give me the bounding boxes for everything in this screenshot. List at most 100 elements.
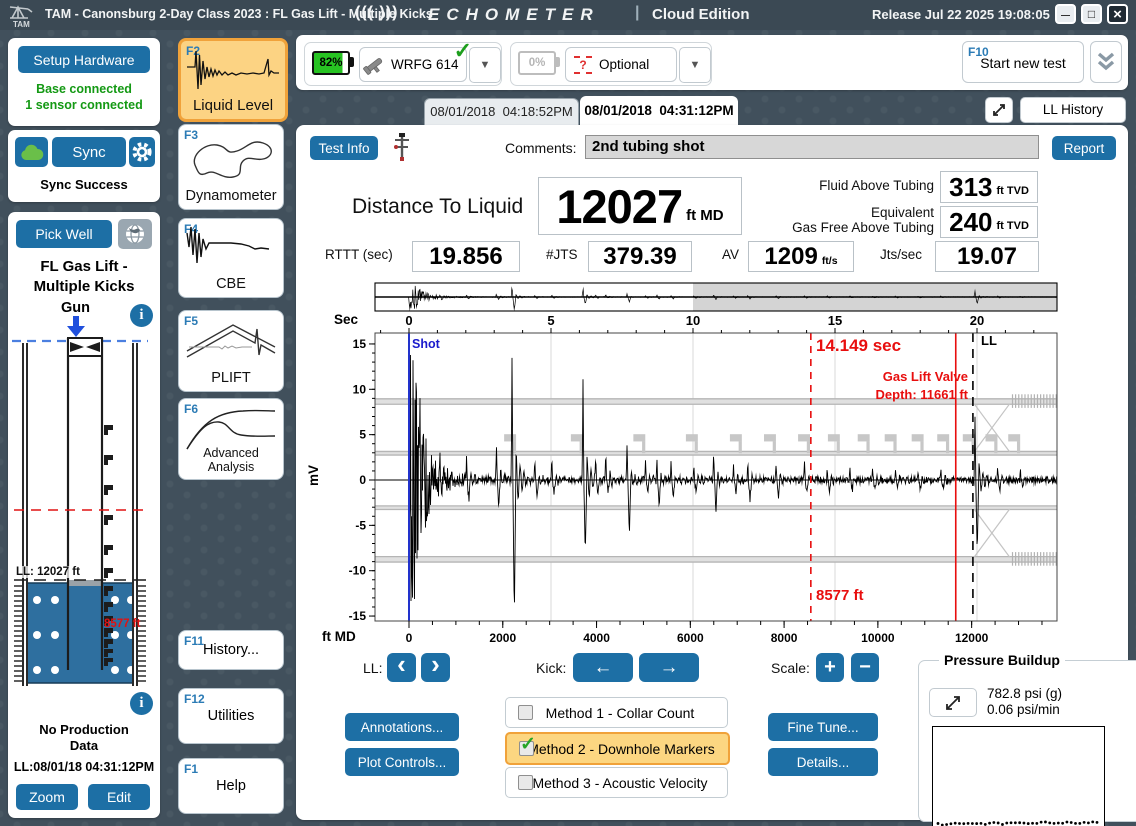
toolbar-card: 82% WRFG 614 ✓ ▼ 0% ?: [296, 35, 1128, 90]
acoustic-chart-canvas[interactable]: [325, 280, 1065, 645]
tab-advanced-analysis[interactable]: F6 Advanced Analysis: [178, 398, 284, 480]
pick-well-button[interactable]: Pick Well: [16, 220, 112, 248]
gun-device-button[interactable]: WRFG 614 ✓: [359, 47, 467, 82]
well-info-button[interactable]: i: [130, 304, 153, 327]
jts-value-box: 379.39: [588, 241, 692, 272]
kick-next-button[interactable]: →: [639, 653, 699, 682]
cbe-icon: [185, 223, 277, 271]
gun-dropdown-button[interactable]: ▼: [469, 47, 501, 83]
distance-value: 12027: [556, 179, 682, 234]
cloud-sync-button[interactable]: [15, 137, 48, 167]
dropdown-arrow-icon: ▼: [690, 59, 701, 71]
ll-nav-label: LL:: [363, 660, 382, 676]
comments-input[interactable]: 2nd tubing shot: [585, 135, 1039, 159]
sync-button[interactable]: Sync: [52, 137, 126, 167]
method-1-checkbox[interactable]: Method 1 - Collar Count: [505, 697, 728, 728]
plot-controls-button[interactable]: Plot Controls...: [345, 748, 459, 776]
kick-nav-label: Kick:: [536, 660, 566, 676]
scale-minus-button[interactable]: −: [851, 653, 879, 682]
collapse-toolbar-button[interactable]: [1090, 41, 1122, 83]
ll-timestamp: LL:08/01/18 04:31:12PM: [8, 760, 160, 774]
sync-settings-button[interactable]: [129, 137, 155, 167]
cloud-icon: [20, 144, 44, 161]
start-new-test-label: Start new test: [963, 55, 1083, 71]
rttt-value-box: 19.856: [412, 241, 520, 272]
method-1-label: Method 1 - Collar Count: [513, 705, 727, 721]
pressure-buildup-title: Pressure Buildup: [939, 652, 1065, 668]
checkbox-icon: [518, 705, 533, 720]
well-edit-button[interactable]: Edit: [88, 784, 150, 810]
tab-plift[interactable]: F5 PLIFT: [178, 310, 284, 392]
optional-dropdown-button[interactable]: ▼: [679, 47, 711, 83]
help-button[interactable]: F1 Help: [178, 758, 284, 814]
tab-liquid-level[interactable]: F2 Liquid Level: [178, 38, 288, 122]
sensor-group-1: 82% WRFG 614 ✓ ▼: [304, 42, 502, 86]
double-chevron-down-icon: [1096, 51, 1116, 73]
well-zoom-button[interactable]: Zoom: [16, 784, 78, 810]
comments-label: Comments:: [505, 140, 577, 156]
arrow-right-icon: →: [660, 657, 679, 679]
tab-test-2-active[interactable]: 08/01/2018 04:31:12PM: [580, 96, 738, 125]
chevron-right-icon: ›: [431, 649, 440, 680]
details-button[interactable]: Details...: [768, 748, 878, 776]
fkey-label: F12: [184, 692, 205, 706]
sensor-group-2: 0% ? Optional ▼: [510, 42, 712, 86]
gun-device-name: WRFG 614: [391, 57, 459, 72]
battery-level-optional: 0%: [529, 57, 546, 69]
check-icon: ✓: [520, 733, 536, 756]
pressure-buildup-chart[interactable]: [932, 726, 1105, 826]
tab-test-1[interactable]: 08/01/2018 04:18:52PM: [424, 98, 579, 125]
annotations-button[interactable]: Annotations...: [345, 713, 459, 741]
minimize-button[interactable]: —: [1055, 4, 1076, 24]
tam-logo: TAM: [8, 2, 38, 29]
tab-dynamometer[interactable]: F3 Dynamometer: [178, 124, 284, 210]
gas-free-value: 240: [949, 207, 992, 238]
start-new-test-button[interactable]: F10 Start new test: [962, 41, 1084, 83]
production-info-button[interactable]: i: [130, 692, 153, 715]
arrow-left-icon: ←: [594, 657, 613, 679]
history-button[interactable]: F11 History...: [178, 630, 284, 670]
brand-separator: |: [635, 4, 639, 22]
jts-sec-value-box: 19.07: [935, 241, 1039, 272]
mode-label: Liquid Level: [181, 97, 285, 114]
pressure-expand-button[interactable]: [929, 688, 977, 717]
app-window: TAM TAM - Canonsburg 2-Day Class 2023 : …: [0, 0, 1136, 826]
optional-device-button[interactable]: ? Optional: [565, 47, 677, 82]
scale-nav-label: Scale:: [771, 660, 810, 676]
equivalent-label-line1: Equivalent: [756, 205, 934, 220]
maximize-button[interactable]: □: [1081, 4, 1102, 24]
setup-hardware-button[interactable]: Setup Hardware: [18, 46, 150, 73]
globe-button[interactable]: [118, 219, 152, 249]
expand-diagonal-icon: [943, 694, 963, 712]
expand-diagonal-icon: [991, 102, 1007, 118]
sync-card: Sync Sync Success: [8, 130, 160, 202]
ll-history-button[interactable]: LL History: [1020, 97, 1126, 123]
utilities-button[interactable]: F12 Utilities: [178, 688, 284, 744]
release-label: Release Jul 22 2025 19:08:05: [872, 7, 1050, 22]
ll-next-button[interactable]: ›: [421, 653, 450, 682]
rttt-label: RTTT (sec): [325, 247, 393, 262]
method-3-checkbox[interactable]: Method 3 - Acoustic Velocity: [505, 767, 728, 798]
fine-tune-button[interactable]: Fine Tune...: [768, 713, 878, 741]
expand-plot-button[interactable]: [985, 97, 1013, 123]
minus-icon: −: [859, 656, 871, 679]
rttt-value: 19.856: [429, 243, 502, 271]
tab-cbe[interactable]: F4 CBE: [178, 218, 284, 298]
wellhead-icon: [392, 131, 412, 163]
battery-level: 82%: [319, 57, 342, 69]
svg-text:TAM: TAM: [13, 20, 30, 29]
kick-prev-button[interactable]: ←: [573, 653, 633, 682]
well-name-line2: Multiple Kicks: [8, 278, 160, 295]
ll-prev-button[interactable]: ‹: [387, 653, 416, 682]
gas-free-above-tubing-box: 240 ft TVD: [940, 206, 1038, 238]
close-button[interactable]: ×: [1107, 4, 1128, 24]
close-icon: ×: [1113, 6, 1122, 23]
no-production-line2: Data: [8, 738, 160, 753]
distance-to-liquid-label: Distance To Liquid: [352, 195, 523, 219]
test-info-button[interactable]: Test Info: [310, 136, 378, 160]
method-2-checkbox[interactable]: ✓ Method 2 - Downhole Markers: [505, 732, 730, 765]
info-icon: i: [139, 307, 143, 324]
sound-wave-icon: ((( ))): [355, 4, 398, 22]
report-button[interactable]: Report: [1052, 136, 1116, 160]
scale-plus-button[interactable]: +: [816, 653, 844, 682]
